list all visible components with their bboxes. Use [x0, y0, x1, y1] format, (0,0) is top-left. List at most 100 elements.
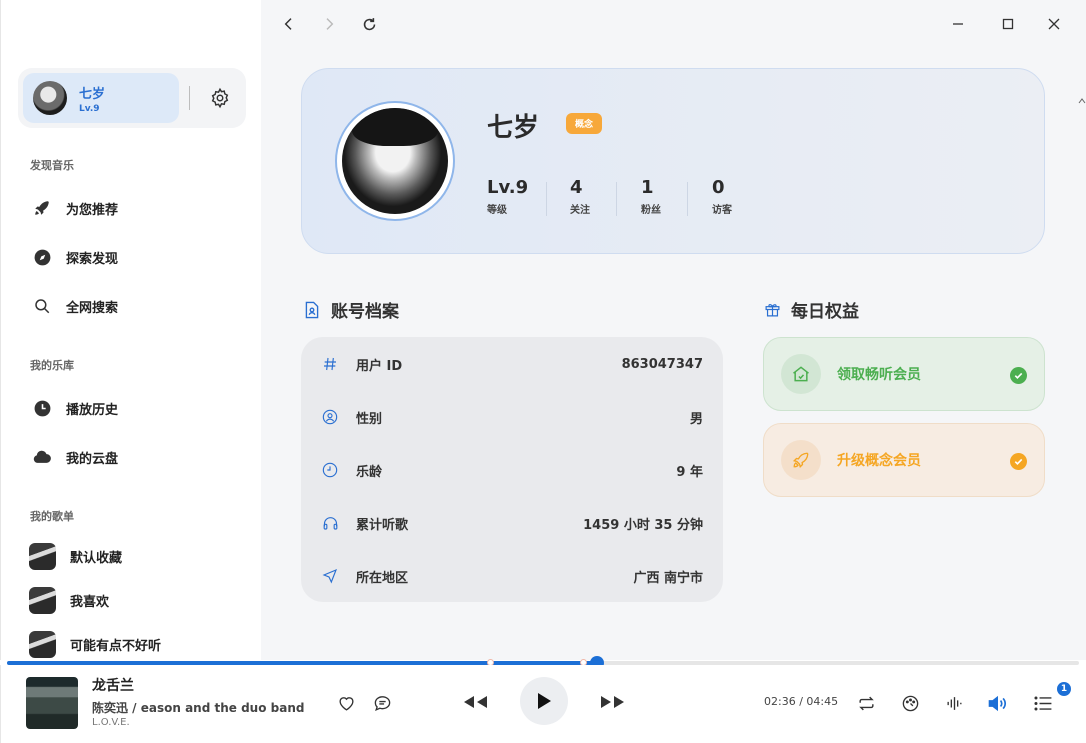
- stat-label: 等级: [487, 205, 507, 216]
- sidebar-item-label: 播放历史: [66, 402, 119, 418]
- effects-dial-icon[interactable]: [899, 692, 921, 714]
- playlist-queue-icon[interactable]: [1032, 692, 1054, 714]
- sidebar-item-label: 我的云盘: [66, 451, 119, 467]
- divider: [687, 182, 688, 216]
- stat-value: 1: [641, 177, 654, 198]
- info-row-user-id: 用户 ID 863047347: [301, 352, 723, 376]
- location-arrow-icon: [321, 567, 339, 585]
- playback-time: 02:36 / 04:45: [764, 695, 839, 708]
- profile-card: 七岁 概念 Lv.9 等级 4 关注 1 粉丝 0 访客: [301, 68, 1045, 254]
- divider: [616, 182, 617, 216]
- playlist-item-liked[interactable]: 我喜欢: [29, 586, 109, 614]
- info-key: 乐龄: [356, 464, 383, 480]
- divider: [189, 86, 190, 110]
- section-title-discover: 发现音乐: [30, 159, 74, 172]
- comment-icon[interactable]: [371, 692, 393, 714]
- waveform-icon[interactable]: [943, 692, 965, 714]
- vip-badge: 概念: [566, 113, 602, 134]
- perks-title-text: 每日权益: [791, 302, 859, 322]
- hash-icon: [321, 355, 339, 373]
- sidebar-item-recommend[interactable]: 为您推荐: [31, 196, 118, 220]
- perk-upgrade-vip[interactable]: 升级概念会员: [763, 423, 1045, 497]
- scrollbar-up-icon[interactable]: [1078, 90, 1086, 104]
- perk-vip-listen[interactable]: 领取畅听会员: [763, 337, 1045, 411]
- maximize-icon[interactable]: [996, 12, 1020, 36]
- check-icon: [1010, 453, 1027, 470]
- song-title[interactable]: 龙舌兰: [92, 675, 134, 695]
- play-button[interactable]: [520, 677, 568, 725]
- compass-icon: [31, 246, 53, 268]
- stat-value: 4: [570, 177, 583, 198]
- user-profile-button[interactable]: 七岁 Lv.9: [23, 73, 179, 123]
- refresh-icon[interactable]: [357, 12, 381, 36]
- perk-label: 升级概念会员: [837, 453, 921, 469]
- info-key: 性别: [356, 411, 383, 427]
- settings-gear-icon[interactable]: [209, 87, 231, 109]
- repeat-icon[interactable]: [855, 692, 877, 714]
- previous-icon[interactable]: [460, 690, 490, 714]
- info-row-region: 所在地区 广西 南宁市: [301, 564, 723, 588]
- clock-icon: [321, 461, 339, 479]
- section-title-library: 我的乐库: [30, 359, 74, 372]
- song-artist[interactable]: 陈奕迅 / eason and the duo band: [92, 699, 304, 716]
- sidebar-item-cloud[interactable]: 我的云盘: [31, 445, 118, 469]
- profile-avatar[interactable]: [342, 108, 448, 214]
- stat-visitors[interactable]: 0 访客: [712, 177, 732, 216]
- info-row-listen-time: 累计听歌 1459 小时 35 分钟: [301, 511, 723, 535]
- sidebar-item-explore[interactable]: 探索发现: [31, 245, 118, 269]
- playlist-cover: [29, 586, 56, 614]
- playlist-label: 我喜欢: [70, 594, 110, 610]
- sidebar-item-label: 全网搜索: [66, 300, 119, 316]
- heart-icon[interactable]: [335, 692, 357, 714]
- rocket-icon: [781, 440, 821, 480]
- stat-label: 访客: [712, 205, 732, 216]
- info-value: 863047347: [621, 356, 703, 372]
- stat-followers[interactable]: 1 粉丝: [641, 177, 661, 216]
- forward-chevron-icon[interactable]: [317, 12, 341, 36]
- sidebar-item-search[interactable]: 全网搜索: [31, 294, 118, 318]
- playlist-item-maybe-bad[interactable]: 可能有点不好听: [29, 630, 161, 658]
- account-section-title: 账号档案: [303, 297, 399, 322]
- account-title-text: 账号档案: [331, 302, 399, 322]
- info-value: 1459 小时 35 分钟: [583, 517, 703, 533]
- playlist-label: 默认收藏: [70, 550, 123, 566]
- perks-section-title: 每日权益: [763, 297, 859, 322]
- playlist-item-default[interactable]: 默认收藏: [29, 542, 122, 570]
- headphones-icon: [321, 514, 339, 532]
- main-content: 七岁 概念 Lv.9 等级 4 关注 1 粉丝 0 访客 账号档案 用户 ID …: [261, 0, 1086, 660]
- playlist-cover: [29, 630, 56, 658]
- user-card: 七岁 Lv.9: [18, 68, 246, 128]
- gift-icon: [763, 301, 781, 319]
- info-key: 用户 ID: [356, 358, 403, 374]
- back-chevron-icon[interactable]: [277, 12, 301, 36]
- player-bar: 龙舌兰 陈奕迅 / eason and the duo band L.O.V.E…: [0, 665, 1086, 743]
- stat-label: 粉丝: [641, 205, 661, 216]
- profile-name: 七岁: [487, 113, 540, 143]
- sidebar-item-history[interactable]: 播放历史: [31, 396, 118, 420]
- next-icon[interactable]: [598, 690, 628, 714]
- user-circle-icon: [321, 408, 339, 426]
- account-info-card: 用户 ID 863047347 性别 男 乐龄 9 年 累计听歌 1459 小时…: [301, 337, 723, 602]
- check-icon: [1010, 367, 1027, 384]
- section-title-playlists: 我的歌单: [30, 510, 74, 523]
- stat-label: 关注: [570, 205, 590, 216]
- close-icon[interactable]: [1042, 12, 1066, 36]
- info-value: 广西 南宁市: [633, 570, 703, 586]
- volume-icon[interactable]: [986, 692, 1010, 714]
- stat-following[interactable]: 4 关注: [570, 177, 590, 216]
- sidebar: 七岁 Lv.9 发现音乐 为您推荐 探索发现 全网搜索 我的乐库 播放历史 我的…: [0, 0, 261, 660]
- user-avatar: [33, 81, 67, 115]
- stat-value: 0: [712, 177, 725, 198]
- info-value: 9 年: [676, 464, 703, 480]
- playlist-label: 可能有点不好听: [70, 638, 162, 654]
- info-row-gender: 性别 男: [301, 405, 723, 429]
- minimize-icon[interactable]: [946, 12, 970, 36]
- album-cover[interactable]: [26, 677, 78, 729]
- user-name: 七岁: [79, 86, 106, 102]
- perk-label: 领取畅听会员: [837, 367, 921, 383]
- clock-icon: [31, 397, 53, 419]
- song-album[interactable]: L.O.V.E.: [92, 717, 130, 728]
- info-value: 男: [689, 411, 703, 427]
- document-user-icon: [303, 301, 321, 319]
- sidebar-item-label: 探索发现: [66, 251, 119, 267]
